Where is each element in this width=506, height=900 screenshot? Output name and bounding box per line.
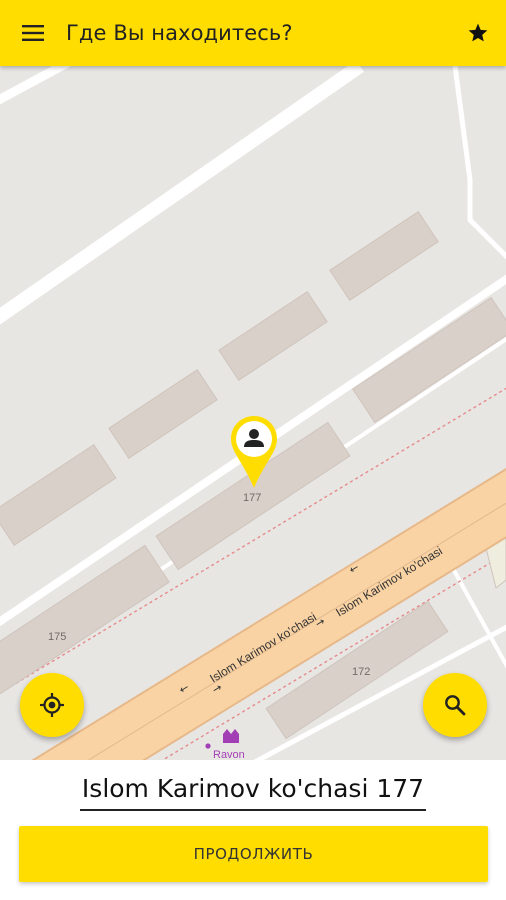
favorites-button[interactable] (450, 0, 506, 66)
app-screen: Islom Karimov ko'chasi Islom Karimov ko'… (0, 0, 506, 900)
user-location-pin-icon (229, 414, 279, 490)
menu-icon (22, 25, 44, 41)
my-location-icon (40, 693, 64, 717)
star-icon (468, 23, 488, 42)
search-icon (445, 695, 466, 716)
app-bar: Где Вы находитесь? (0, 0, 506, 66)
address-field[interactable]: Islom Karimov ko'chasi 177 (0, 770, 506, 811)
continue-button[interactable]: ПРОДОЛЖИТЬ (19, 826, 488, 882)
page-title: Где Вы находитесь? (66, 21, 293, 45)
house-number: 177 (243, 492, 261, 504)
menu-button[interactable] (0, 0, 66, 66)
house-number: 175 (48, 631, 66, 643)
house-number: 172 (352, 666, 370, 678)
search-button[interactable] (423, 673, 487, 737)
my-location-button[interactable] (20, 673, 84, 737)
bottom-panel: Islom Karimov ko'chasi 177 ПРОДОЛЖИТЬ (0, 760, 506, 900)
address-text: Islom Karimov ko'chasi 177 (79, 770, 427, 811)
